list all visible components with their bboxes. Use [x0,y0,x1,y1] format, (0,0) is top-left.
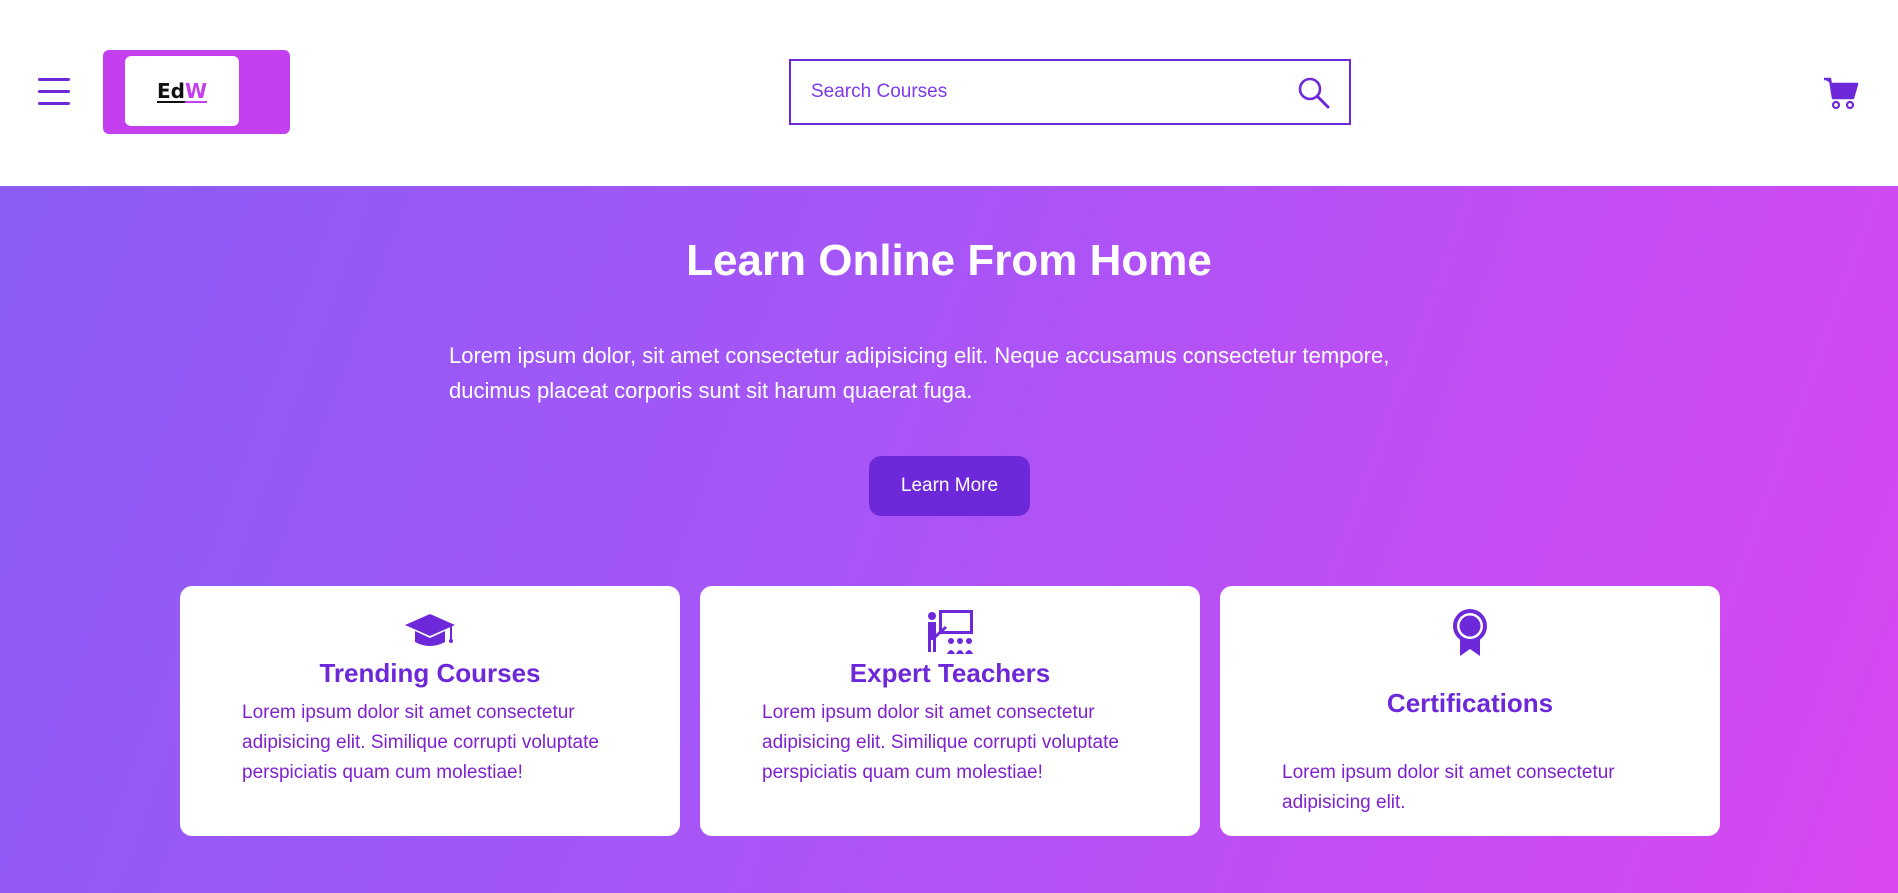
search-bar [789,59,1351,125]
feature-card-certifications: Certifications Lorem ipsum dolor sit ame… [1220,586,1720,836]
logo[interactable]: Ed W [125,56,239,126]
hero-title: Learn Online From Home [686,236,1212,285]
menu-line [38,78,70,81]
site-header: Ed W [0,0,1898,186]
menu-line [38,102,70,105]
logo-text-w: W [184,79,208,103]
feature-title: Trending Courses [319,658,541,688]
graduation-cap-icon [405,614,455,646]
hero-description: Lorem ipsum dolor, sit amet consectetur … [449,343,1390,403]
feature-title: Certifications [1386,688,1554,718]
feature-card-expert-teachers: Expert Teachers Lorem ipsum dolor sit am… [700,586,1200,836]
logo-container[interactable]: Ed W [103,50,290,134]
feature-text: Lorem ipsum dolor sit amet consectetur a… [242,702,599,783]
award-ribbon-icon [1453,609,1487,656]
logo-text-ed: Ed [156,79,185,103]
learn-more-button[interactable]: Learn More [869,456,1030,516]
hero-section: Learn Online From Home Lorem ipsum dolor… [0,186,1898,893]
search-icon[interactable] [1297,76,1331,110]
shopping-cart-icon[interactable] [1823,76,1859,110]
search-input[interactable] [811,61,1281,123]
feature-title: Expert Teachers [849,658,1051,688]
teacher-presentation-icon [928,610,973,654]
feature-text: Lorem ipsum dolor sit amet consectetur a… [762,702,1119,783]
hamburger-menu-icon[interactable] [38,76,70,106]
menu-line [38,90,70,93]
feature-text: Lorem ipsum dolor sit amet consectetur a… [1282,762,1615,813]
feature-card-trending-courses: Trending Courses Lorem ipsum dolor sit a… [180,586,680,836]
